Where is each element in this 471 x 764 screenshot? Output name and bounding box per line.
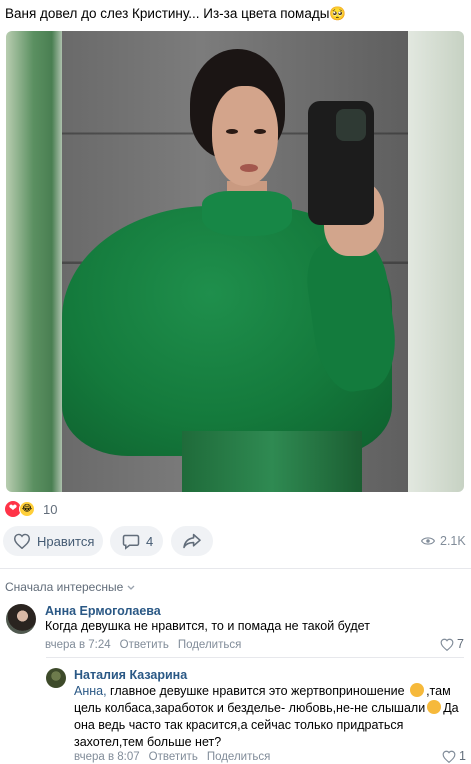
like-label: Нравится [37,533,95,549]
share-comment-button[interactable]: Поделиться [207,751,271,763]
comment-like-button[interactable]: 1 [442,749,466,763]
comment-like-count: 1 [459,749,466,763]
comment-like-button[interactable]: 7 [440,637,464,651]
comments-sort-dropdown[interactable]: Сначала интересные [5,580,135,594]
lips-emoji-icon: 🥺 [329,6,347,21]
photo-woman-green-sweater [62,31,408,492]
share-icon [183,533,201,549]
post-photo[interactable] [6,31,464,492]
share-button[interactable] [171,526,213,556]
like-button[interactable]: Нравится [3,526,103,556]
comment-author[interactable]: Анна Ермоголаева [45,604,161,618]
comment-icon [122,534,140,550]
comment-text: Когда девушка не нравится, то и помада н… [45,619,370,633]
reply-mention[interactable]: Анна, [74,684,107,698]
avatar[interactable] [46,668,66,688]
comment-time[interactable]: вчера в 7:24 [45,639,111,651]
share-comment-button[interactable]: Поделиться [178,639,242,651]
monkey-emoji-icon [410,683,425,697]
reactions-summary[interactable]: ❤ 😂 10 [5,501,57,517]
laugh-reaction-icon: 😂 [19,501,35,517]
heart-outline-icon [442,750,456,763]
eye-icon [421,537,435,545]
comments-count: 4 [146,533,154,549]
chevron-down-icon [127,585,135,590]
sort-label: Сначала интересные [5,580,124,594]
reactions-count: 10 [43,501,58,517]
post-text: Ваня довел до слез Кристину... Из-за цве… [5,6,347,21]
heart-outline-icon [13,533,31,549]
heart-outline-icon [440,638,454,651]
reply-button[interactable]: Ответить [149,751,198,763]
smile-emoji-icon [427,700,442,714]
comments-button[interactable]: 4 [110,526,163,556]
views-count: 2.1K [440,534,466,548]
reply-button[interactable]: Ответить [120,639,169,651]
avatar[interactable] [6,604,36,634]
views-counter: 2.1K [421,534,466,548]
comment-time[interactable]: вчера в 8:07 [74,751,140,763]
divider [0,568,471,569]
comment-meta: вчера в 7:24 Ответить Поделиться [45,639,241,651]
comment-text: Анна, главное девушке нравится это жертв… [74,683,459,749]
comment-author[interactable]: Наталия Казарина [74,668,187,682]
divider [46,657,464,658]
comment-like-count: 7 [457,637,464,651]
comment-meta: вчера в 8:07 Ответить Поделиться [74,751,270,763]
